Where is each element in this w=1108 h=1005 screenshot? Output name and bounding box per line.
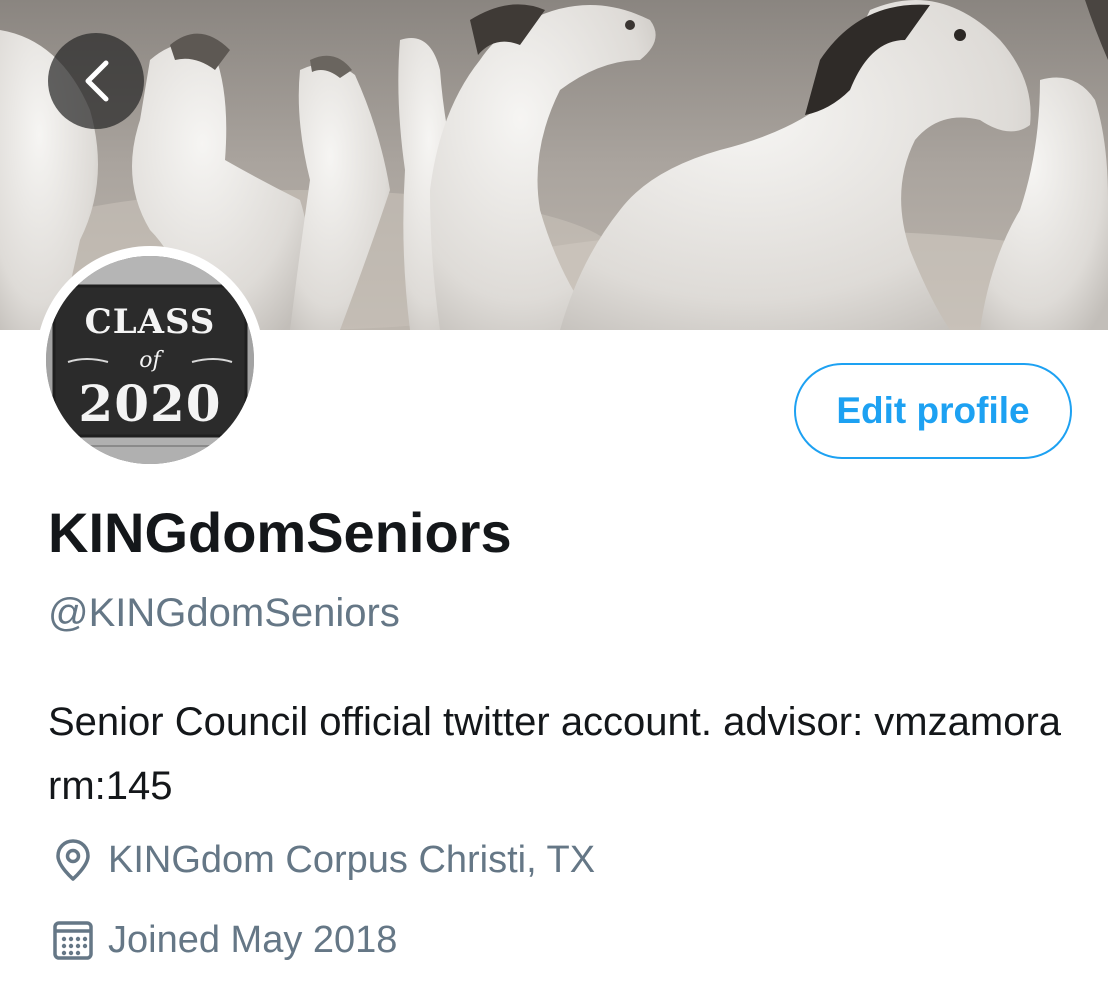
joined-text: Joined May 2018 [108, 918, 398, 961]
avatar[interactable]: CLASS of 2020 [36, 246, 264, 474]
chevron-left-icon [85, 60, 109, 102]
bio: Senior Council official twitter account.… [48, 700, 1062, 808]
location-row: KINGdom Corpus Christi, TX [50, 837, 595, 883]
map-pin-icon [50, 837, 96, 883]
calendar-icon [50, 917, 96, 963]
profile-page: CLASS of 2020 Edit profile KINGdomSenior… [0, 0, 1108, 1005]
handle: @KINGdomSeniors [48, 591, 400, 635]
edit-profile-button[interactable]: Edit profile [794, 363, 1072, 459]
display-name: KINGdomSeniors [48, 501, 512, 564]
avatar-image: CLASS of 2020 [46, 256, 254, 464]
joined-row: Joined May 2018 [50, 917, 397, 963]
avatar-text-class: CLASS [84, 302, 216, 342]
back-button[interactable] [48, 33, 144, 129]
avatar-text-of: of [139, 348, 161, 373]
avatar-text-year: 2020 [78, 374, 222, 433]
location-text: KINGdom Corpus Christi, TX [108, 838, 596, 881]
